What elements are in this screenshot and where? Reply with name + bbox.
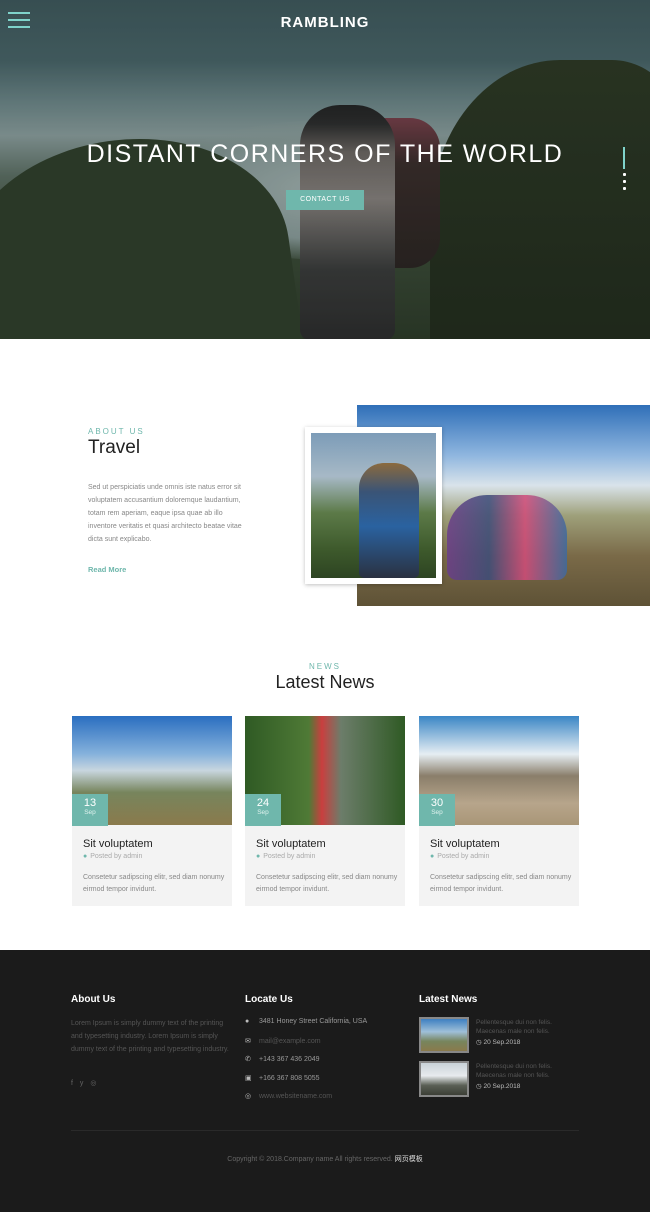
copyright-link[interactable]: 网页模板 (395, 1156, 423, 1163)
news-card-text: Consetetur sadipscing elitr, sed diam no… (83, 874, 225, 893)
about-hiker-photo-frame (305, 427, 442, 584)
about-kicker: ABOUT US (88, 427, 145, 436)
footer-about-text: Lorem Ipsum is simply dummy text of the … (71, 1020, 229, 1053)
phone1-text: +143 367 436 2049 (259, 1056, 320, 1063)
phone-icon: ✆ (245, 1056, 251, 1063)
footer-news-line2: Maecenas male non felis. (476, 1072, 550, 1079)
email-text[interactable]: mail@example.com (259, 1038, 321, 1045)
date-month: Sep (84, 809, 96, 816)
footer-about-heading: About Us (71, 994, 116, 1005)
news-card-date: 24 Sep (245, 794, 281, 826)
news-kicker: NEWS (309, 662, 341, 671)
date-month: Sep (257, 809, 269, 816)
phone2-text: +166 367 808 5055 (259, 1075, 320, 1082)
footer-news-item[interactable]: Pellentesque dui non felis. Maecenas mal… (419, 1017, 579, 1053)
news-card-author: ● Posted by admin (256, 853, 315, 860)
slide-dot[interactable] (622, 187, 626, 190)
brand-logo[interactable]: RAMBLING (0, 14, 650, 31)
slide-dot[interactable] (622, 173, 626, 176)
slide-dot[interactable] (622, 180, 626, 183)
globe-icon: ◎ (245, 1093, 252, 1100)
news-card-text: Consetetur sadipscing elitr, sed diam no… (256, 874, 398, 893)
copyright: Copyright © 2018.Company name All rights… (0, 1154, 650, 1164)
footer-news-thumbnail[interactable] (419, 1061, 469, 1097)
news-card-author: ● Posted by admin (83, 853, 142, 860)
news-card[interactable]: 13 Sep Sit voluptatem ● Posted by admin C… (72, 716, 232, 906)
author-text: Posted by admin (90, 853, 143, 860)
news-card-date: 13 Sep (72, 794, 108, 826)
footer-phone-1: ✆ +143 367 436 2049 (245, 1055, 320, 1063)
date-day: 24 (256, 797, 270, 809)
slide-active-indicator[interactable] (623, 147, 625, 169)
news-card[interactable]: 30 Sep Sit voluptatem ● Posted by admin C… (419, 716, 579, 906)
footer-news-date: ◷ 20 Sep.2018 (476, 1038, 520, 1046)
footer-news-date-text: 20 Sep.2018 (483, 1039, 521, 1046)
footer-news-thumbnail[interactable] (419, 1017, 469, 1053)
author-text: Posted by admin (263, 853, 316, 860)
slider-indicator[interactable] (622, 147, 626, 194)
footer-news-item[interactable]: Pellentesque dui non felis. Maecenas mal… (419, 1061, 579, 1097)
date-day: 30 (430, 797, 444, 809)
footer-news-line1[interactable]: Pellentesque dui non felis. (476, 1019, 552, 1026)
footer-news-line1[interactable]: Pellentesque dui non felis. (476, 1063, 552, 1070)
read-more-link[interactable]: Read More (88, 565, 126, 574)
social-links: f y ◎ (71, 1079, 101, 1087)
footer-news-date: ◷ 20 Sep.2018 (476, 1082, 520, 1090)
footer-phone-2: ▣ +166 367 808 5055 (245, 1074, 320, 1082)
date-month: Sep (431, 809, 443, 816)
envelope-icon: ✉ (245, 1038, 251, 1045)
news-card-title[interactable]: Sit voluptatem (256, 838, 326, 850)
news-card-date: 30 Sep (419, 794, 455, 826)
footer-locate-heading: Locate Us (245, 994, 293, 1005)
copyright-text: Copyright © 2018.Company name All rights… (227, 1156, 393, 1163)
contact-us-button[interactable]: CONTACT US (286, 190, 364, 210)
photo-hiker (359, 463, 419, 578)
address-text: 3481 Honey Street California, USA (259, 1018, 368, 1025)
footer-news-date-text: 20 Sep.2018 (483, 1083, 521, 1090)
news-card-author: ● Posted by admin (430, 853, 489, 860)
user-icon: ● (430, 853, 435, 860)
user-icon: ● (256, 853, 261, 860)
news-card-title[interactable]: Sit voluptatem (83, 838, 153, 850)
dribbble-icon[interactable]: ◎ (90, 1080, 96, 1087)
news-card[interactable]: 24 Sep Sit voluptatem ● Posted by admin C… (245, 716, 405, 906)
footer-divider (71, 1130, 579, 1131)
about-hiker-photo (311, 433, 436, 578)
news-card-title[interactable]: Sit voluptatem (430, 838, 500, 850)
hero-overlay (0, 0, 650, 339)
facebook-icon[interactable]: f (71, 1080, 73, 1087)
hero-banner: RAMBLING DISTANT CORNERS OF THE WORLD CO… (0, 0, 650, 339)
footer-email[interactable]: ✉ mail@example.com (245, 1037, 321, 1045)
user-icon: ● (83, 853, 88, 860)
hero-title: DISTANT CORNERS OF THE WORLD (86, 140, 564, 168)
twitter-icon[interactable]: y (80, 1080, 84, 1087)
author-text: Posted by admin (437, 853, 490, 860)
fax-icon: ▣ (245, 1075, 252, 1082)
website-text[interactable]: www.websitename.com (259, 1093, 332, 1100)
footer-news-heading: Latest News (419, 994, 478, 1005)
date-day: 13 (83, 797, 97, 809)
news-card-text: Consetetur sadipscing elitr, sed diam no… (430, 874, 572, 893)
footer-news-line2: Maecenas male non felis. (476, 1028, 550, 1035)
news-title: Latest News (275, 672, 375, 692)
about-title: Travel (88, 437, 141, 458)
footer-address: ● 3481 Honey Street California, USA (245, 1018, 367, 1025)
map-pin-icon: ● (245, 1018, 250, 1025)
about-text: Sed ut perspiciatis unde omnis iste natu… (88, 484, 242, 543)
photo-group-hikers (447, 495, 567, 580)
footer-website[interactable]: ◎ www.websitename.com (245, 1092, 332, 1100)
